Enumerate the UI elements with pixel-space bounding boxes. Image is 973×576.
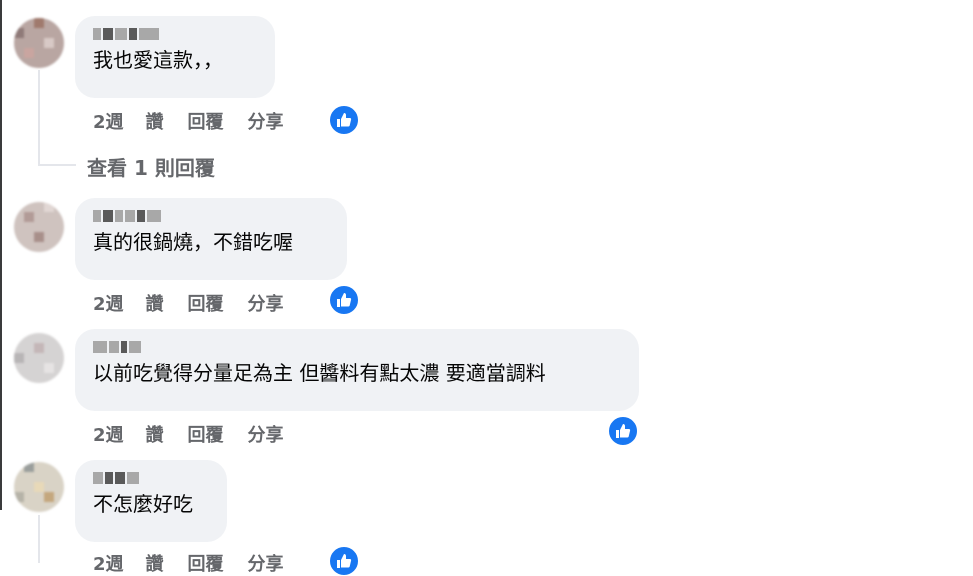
avatar[interactable] <box>14 333 64 383</box>
reply-button[interactable]: 回覆 <box>188 108 224 134</box>
author-name-redacted[interactable] <box>93 26 257 42</box>
thread-connector <box>38 164 76 166</box>
thumbs-up-icon[interactable] <box>329 105 359 135</box>
share-button[interactable]: 分享 <box>248 290 284 316</box>
thumbs-up-icon[interactable] <box>608 416 638 446</box>
comment-actions: 2週 讚 回覆 分享 <box>93 421 308 447</box>
comment-bubble: 我也愛這款，， <box>75 16 275 98</box>
thumbs-up-icon[interactable] <box>329 285 359 315</box>
view-replies-link[interactable]: 查看 1 則回覆 <box>87 152 215 181</box>
reply-button[interactable]: 回覆 <box>188 290 224 316</box>
window-edge <box>0 0 2 510</box>
share-button[interactable]: 分享 <box>248 421 284 447</box>
comment-actions: 2週 讚 回覆 分享 <box>93 550 308 576</box>
comment-actions: 2週 讚 回覆 分享 <box>93 108 308 134</box>
like-button[interactable]: 讚 <box>146 550 164 576</box>
author-name-redacted[interactable] <box>93 470 209 486</box>
thread-connector <box>38 515 40 563</box>
comment-text: 我也愛這款，， <box>93 48 223 72</box>
author-name-redacted[interactable] <box>93 339 621 355</box>
share-button[interactable]: 分享 <box>248 108 284 134</box>
thumbs-up-icon[interactable] <box>329 546 359 576</box>
like-button[interactable]: 讚 <box>146 108 164 134</box>
share-button[interactable]: 分享 <box>248 550 284 576</box>
like-button[interactable]: 讚 <box>146 421 164 447</box>
thread-connector <box>38 70 40 166</box>
comment-bubble: 真的很鍋燒，不錯吃喔 <box>75 198 347 280</box>
comment-bubble: 不怎麼好吃 <box>75 460 227 542</box>
avatar[interactable] <box>14 18 64 68</box>
like-button[interactable]: 讚 <box>146 290 164 316</box>
comment-text: 不怎麼好吃 <box>93 492 193 516</box>
comment-text: 以前吃覺得分量足為主 但醬料有點太濃 要適當調料 <box>93 361 546 385</box>
timestamp-link[interactable]: 2週 <box>93 108 124 134</box>
timestamp-link[interactable]: 2週 <box>93 550 124 576</box>
reply-button[interactable]: 回覆 <box>188 550 224 576</box>
reply-button[interactable]: 回覆 <box>188 421 224 447</box>
comment-text: 真的很鍋燒，不錯吃喔 <box>93 230 293 254</box>
avatar[interactable] <box>14 202 64 252</box>
avatar[interactable] <box>14 462 64 512</box>
timestamp-link[interactable]: 2週 <box>93 421 124 447</box>
timestamp-link[interactable]: 2週 <box>93 290 124 316</box>
author-name-redacted[interactable] <box>93 208 329 224</box>
comment-actions: 2週 讚 回覆 分享 <box>93 290 308 316</box>
comment-bubble: 以前吃覺得分量足為主 但醬料有點太濃 要適當調料 <box>75 329 639 411</box>
